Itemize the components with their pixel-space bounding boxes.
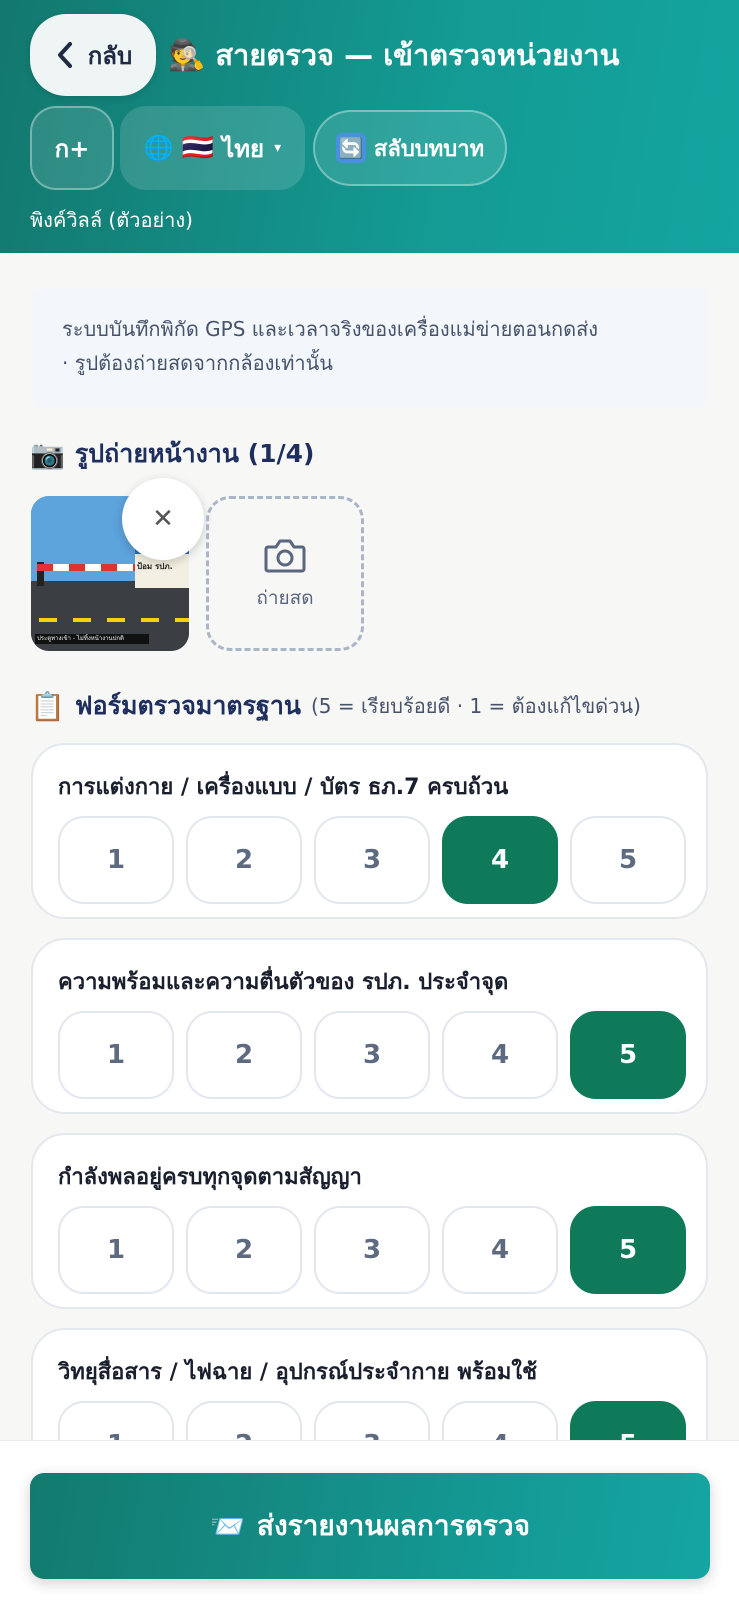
gate-barrier — [37, 564, 137, 571]
rating-question: วิทยุสื่อสาร / ไฟฉาย / อุปกรณ์ประจำกาย พ… — [58, 1360, 538, 1385]
form-scale-hint: (5 = เรียบร้อยดี · 1 = ต้องแก้ไขด่วน) — [310, 694, 641, 718]
remove-photo-button[interactable]: ✕ — [122, 478, 204, 560]
switch-role-label: สลับบทบาท — [373, 136, 485, 162]
submit-label: ส่งรายงานผลการตรวจ — [256, 1509, 530, 1542]
page-title: 🕵️ สายตรวจ — เข้าตรวจหน่วยงาน — [168, 30, 619, 80]
rating-option-3[interactable]: 3 — [314, 1011, 430, 1099]
thai-flag-icon: 🇹🇭 — [181, 133, 215, 163]
photos-title-text: รูปถ่ายหน้างาน (1/4) — [74, 439, 315, 468]
camera-outline-icon — [264, 539, 306, 572]
rating-option-2[interactable]: 2 — [186, 816, 302, 904]
form-title-text: ฟอร์มตรวจมาตรฐาน — [74, 691, 301, 720]
rating-option-5[interactable]: 5 — [570, 1011, 686, 1099]
envelope-icon: 📨 — [210, 1509, 245, 1543]
notice-line-2: · รูปต้องถ่ายสดจากกล้องเท่านั้น — [62, 351, 333, 375]
rating-question: การแต่งกาย / เครื่องแบบ / บัตร ธภ.7 ครบถ… — [58, 775, 509, 800]
rating-option-2[interactable]: 2 — [186, 1206, 302, 1294]
rating-option-5[interactable]: 5 — [570, 816, 686, 904]
gps-notice: ระบบบันทึกพิกัด GPS และเวลาจริงของเครื่อ… — [32, 288, 708, 408]
photo-caption: ประตูทางเข้า - ไม่ทิ้งหน้างานปกติ — [35, 634, 149, 644]
rating-card: กำลังพลอยู่ครบทุกจุดตามสัญญา 1 2 3 4 5 — [31, 1133, 708, 1309]
notice-line-1: ระบบบันทึกพิกัด GPS และเวลาจริงของเครื่อ… — [62, 317, 599, 341]
font-size-button[interactable]: ก+ — [30, 106, 114, 190]
caret-down-icon: ▾ — [274, 140, 282, 156]
page-title-text: สายตรวจ — เข้าตรวจหน่วยงาน — [215, 38, 620, 72]
rating-option-5[interactable]: 5 — [570, 1206, 686, 1294]
rating-option-4[interactable]: 4 — [442, 1206, 558, 1294]
chevron-left-icon — [57, 42, 72, 68]
photos-section-title: 📷 รูปถ่ายหน้างาน (1/4) — [30, 434, 314, 474]
rating-options: 12345 — [58, 1011, 686, 1099]
language-select[interactable]: 🌐 🇹🇭 ไทย ▾ — [120, 106, 305, 190]
rating-card: ความพร้อมและความตื่นตัวของ รปภ. ประจำจุด… — [31, 938, 708, 1114]
bottom-action-bar: 📨 ส่งรายงานผลการตรวจ — [0, 1440, 739, 1600]
switch-role-button[interactable]: 🔄 สลับบทบาท — [313, 110, 507, 186]
rating-option-1[interactable]: 1 — [58, 816, 174, 904]
back-label: กลับ — [87, 41, 133, 70]
rating-options: 12345 — [58, 816, 686, 904]
clipboard-icon: 📋 — [30, 689, 65, 723]
app-header: กลับ 🕵️ สายตรวจ — เข้าตรวจหน่วยงาน ก+ 🌐 … — [0, 0, 739, 253]
switch-icon: 🔄 — [335, 133, 366, 163]
language-label: ไทย — [222, 134, 265, 163]
back-button[interactable]: กลับ — [30, 14, 156, 96]
booth-sign: ป้อม รปภ. — [137, 562, 173, 571]
camera-icon: 📷 — [30, 437, 65, 471]
rating-option-4[interactable]: 4 — [442, 816, 558, 904]
detective-icon: 🕵️ — [168, 37, 206, 73]
rating-question: ความพร้อมและความตื่นตัวของ รปภ. ประจำจุด — [58, 970, 509, 995]
rating-card: การแต่งกาย / เครื่องแบบ / บัตร ธภ.7 ครบถ… — [31, 743, 708, 919]
close-icon: ✕ — [152, 504, 174, 534]
rating-question: กำลังพลอยู่ครบทุกจุดตามสัญญา — [58, 1165, 362, 1190]
form-section-title: 📋 ฟอร์มตรวจมาตรฐาน (5 = เรียบร้อยดี · 1 … — [30, 686, 641, 726]
capture-photo-button[interactable]: ถ่ายสด — [206, 496, 364, 651]
capture-label: ถ่ายสด — [256, 586, 314, 609]
rating-options: 12345 — [58, 1206, 686, 1294]
rating-option-4[interactable]: 4 — [442, 1011, 558, 1099]
rating-option-3[interactable]: 3 — [314, 816, 430, 904]
font-size-label: ก+ — [54, 134, 90, 163]
rating-option-2[interactable]: 2 — [186, 1011, 302, 1099]
rating-option-1[interactable]: 1 — [58, 1206, 174, 1294]
rating-option-3[interactable]: 3 — [314, 1206, 430, 1294]
submit-report-button[interactable]: 📨 ส่งรายงานผลการตรวจ — [30, 1473, 710, 1579]
globe-icon: 🌐 — [143, 134, 174, 162]
organization-name: พิงค์วิลล์ (ตัวอย่าง) — [30, 208, 193, 232]
rating-option-1[interactable]: 1 — [58, 1011, 174, 1099]
